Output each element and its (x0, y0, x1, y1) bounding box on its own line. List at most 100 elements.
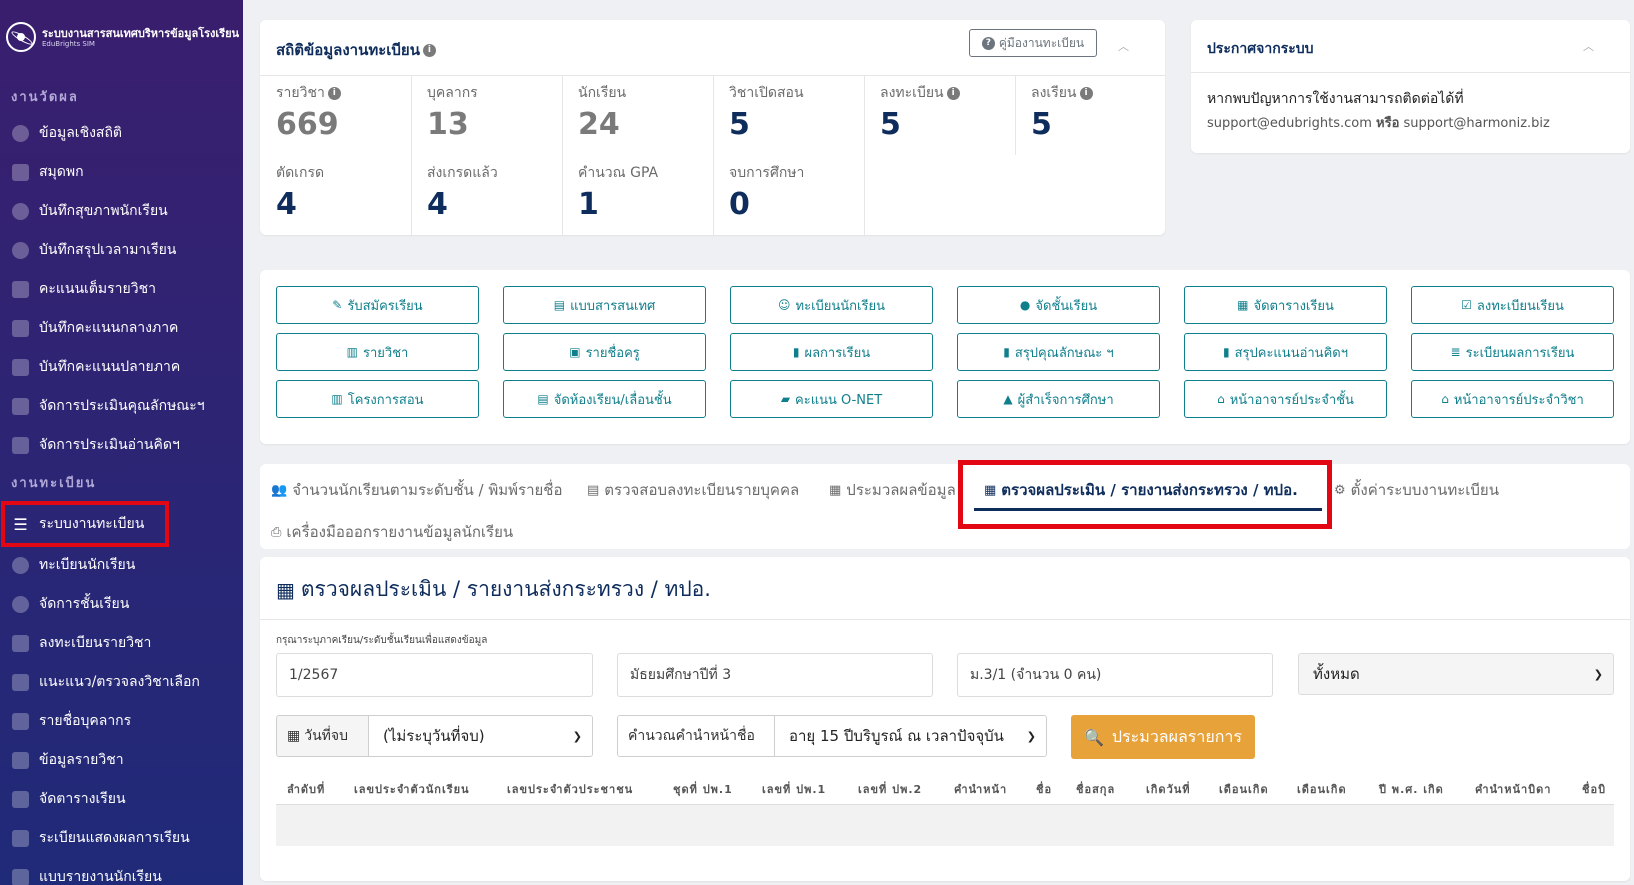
quick-timetable-button[interactable]: ▦ จัดตารางเรียน (1184, 286, 1387, 324)
edit-icon: ✎ (332, 298, 343, 312)
quick-transcript-button[interactable]: ≣ ระเบียนผลการเรียน (1411, 333, 1614, 371)
quick-characteristics-button[interactable]: ▮ สรุปคุณลักษณะ ฯ (957, 333, 1160, 371)
stat-graduated: จบการศึกษา 0 (729, 165, 805, 222)
stat-staff: บุคลากร 13 (427, 85, 478, 142)
open-book-icon: ▥ (346, 345, 358, 359)
tab-process-data[interactable]: ▦ ประมวลผลข้อมูล (829, 478, 957, 502)
quick-promote-button[interactable]: ▤ จัดห้องเรียน/เลื่อนชั้น (503, 380, 706, 418)
announcement-text: หากพบปัญหาการใช้งานสามารถติดต่อได้ที่ (1207, 91, 1464, 107)
sidebar-item-class-management[interactable]: จัดการชั้นเรียน (12, 589, 236, 619)
column-header[interactable]: ชุดที่ ปพ.1 (673, 780, 733, 798)
sidebar-item-attendance[interactable]: บันทึกสรุปเวลามาเรียน (12, 235, 236, 265)
support-email-alt[interactable]: support@harmoniz.biz (1404, 116, 1550, 131)
stat-students: นักเรียน 24 (578, 85, 627, 142)
stat-subjects: รายวิชา i 669 (276, 82, 426, 142)
id-card-icon: ▤ (537, 392, 549, 406)
column-header[interactable]: เดือนเกิด (1219, 780, 1269, 798)
column-header[interactable]: ชื่อ (1036, 780, 1052, 798)
tab-individual-check[interactable]: ▤ ตรวจสอบลงทะเบียนรายบุคคล (587, 478, 799, 502)
sidebar-item-midterm[interactable]: บันทึกคะแนนกลางภาค (12, 313, 236, 343)
lines-icon: ≣ (1450, 345, 1461, 359)
sidebar-item-subjects[interactable]: ข้อมูลรายวิชา (12, 745, 236, 775)
brand[interactable]: ระบบงานสารสนเทศบริหารข้อมูลโรงเรียน EduB… (6, 22, 239, 52)
quick-graduates-button[interactable]: ▲ ผู้สำเร็จการศึกษา (957, 380, 1160, 418)
column-header[interactable]: เลขประจำตัวนักเรียน (354, 780, 470, 798)
support-email[interactable]: support@edubrights.com (1207, 116, 1372, 131)
quick-homeroom-button[interactable]: ⌂ หน้าอาจารย์ประจำชั้น (1184, 380, 1387, 418)
sidebar-item-student-records[interactable]: ทะเบียนนักเรียน (12, 550, 236, 580)
book-icon (12, 397, 29, 415)
info-icon[interactable]: i (327, 86, 341, 100)
sidebar-item-student-report[interactable]: แบบรายงานนักเรียน (12, 862, 236, 885)
guide-button[interactable]: ? คู่มืองานทะเบียน (969, 29, 1097, 57)
column-header[interactable]: เกิดวันที่ (1146, 780, 1191, 798)
info-icon[interactable]: i (422, 44, 436, 57)
sidebar-item-final[interactable]: บันทึกคะแนนปลายภาค (12, 352, 236, 382)
quick-reading-button[interactable]: ▮ สรุปคะแนนอ่านคิดฯ (1184, 333, 1387, 371)
list-icon: ☰ (13, 514, 28, 534)
info-icon[interactable]: i (946, 86, 960, 100)
lines-icon (12, 829, 29, 847)
sidebar-item-statistics[interactable]: ข้อมูลเชิงสถิติ (12, 118, 236, 148)
column-header[interactable]: ชื่อบิ (1582, 780, 1614, 798)
column-header[interactable]: เลขที่ ปพ.1 (762, 780, 826, 798)
document-icon (12, 868, 29, 885)
tab-student-count[interactable]: 👥 จำนวนนักเรียนตามระดับชั้น / พิมพ์รายชื่… (271, 478, 562, 502)
quick-student-records-button[interactable]: ☺ ทะเบียนนักเรียน (730, 286, 933, 324)
stat-registered: ลงทะเบียน i 5 (880, 82, 1030, 142)
quick-info-form-button[interactable]: ▤ แบบสารสนเทศ (503, 286, 706, 324)
quick-results-button[interactable]: ▮ ผลการเรียน (730, 333, 933, 371)
sidebar-item-report-book[interactable]: สมุดพก (12, 157, 236, 187)
quick-admission-button[interactable]: ✎ รับสมัครเรียน (276, 286, 479, 324)
column-header[interactable]: เลขที่ ปพ.2 (858, 780, 922, 798)
column-header[interactable]: คำนำหน้า (954, 780, 1007, 798)
column-header[interactable]: เลขประจำตัวประชาชน (507, 780, 633, 798)
sidebar-item-full-score[interactable]: คะแนนเต็มรายวิชา (12, 274, 236, 304)
column-header[interactable]: คำนำหน้าบิดา (1475, 780, 1551, 798)
atom-logo-icon (6, 22, 36, 52)
term-field[interactable]: 1/2567 (276, 653, 593, 697)
prefix-select[interactable]: อายุ 15 ปีบริบูรณ์ ณ เวลาปัจจุบัน ❯ (774, 715, 1047, 757)
sidebar-item-characteristics[interactable]: จัดการประเมินคุณลักษณะฯ (12, 391, 236, 421)
column-header[interactable]: เดือนเกิด (1297, 780, 1347, 798)
quick-onet-button[interactable]: ▰ คะแนน O-NET (730, 380, 933, 418)
filter-select[interactable]: ทั้งหมด ❯ (1298, 653, 1614, 695)
quick-menu-card: ✎ รับสมัครเรียน ▤ แบบสารสนเทศ ☺ ทะเบียนนักเ… (260, 270, 1630, 444)
quick-subjects-button[interactable]: ▥ รายวิชา (276, 333, 479, 371)
level-field[interactable]: มัธยมศึกษาปีที่ 3 (617, 653, 933, 697)
sidebar-item-staff[interactable]: รายชื่อบุคลากร (12, 706, 236, 736)
sidebar-item-registration-system[interactable]: ☰ ระบบงานทะเบียน (1, 501, 169, 547)
quick-teaching-plan-button[interactable]: ▥ โครงการสอน (276, 380, 479, 418)
sidebar-item-reading[interactable]: จัดการประเมินอ่านคิดฯ (12, 430, 236, 460)
room-field[interactable]: ม.3/1 (จำนวน 0 คน) (957, 653, 1273, 697)
smile-icon: ☺ (778, 298, 791, 312)
book-icon: ▮ (792, 345, 800, 359)
stat-grades-sent: ส่งเกรดแล้ว 4 (427, 165, 498, 222)
collapse-chevron-icon[interactable]: ︿ (1118, 38, 1129, 54)
sidebar-item-guidance[interactable]: แนะแนว/ตรวจลงวิชาเลือก (12, 667, 236, 697)
process-button[interactable]: 🔍 ประมวลผลรายการ (1071, 715, 1255, 759)
sidebar-item-health[interactable]: บันทึกสุขภาพนักเรียน (12, 196, 236, 226)
info-icon[interactable]: i (1079, 86, 1093, 100)
quick-subject-teacher-button[interactable]: ⌂ หน้าอาจารย์ประจำวิชา (1411, 380, 1614, 418)
sidebar-item-transcript[interactable]: ระเบียนแสดงผลการเรียน (12, 823, 236, 853)
briefcase-icon: ▣ (569, 345, 581, 359)
tab-settings[interactable]: ⚙ ตั้งค่าระบบงานทะเบียน (1334, 478, 1499, 502)
sidebar-item-subject-register[interactable]: ลงทะเบียนรายวิชา (12, 628, 236, 658)
column-header[interactable]: ชื่อสกุล (1076, 780, 1115, 798)
column-header[interactable]: ลำดับที่ (287, 780, 325, 798)
end-date-select[interactable]: (ไม่ระบุวันที่จบ) ❯ (368, 715, 593, 757)
chevron-down-icon: ❯ (572, 730, 582, 743)
divider (1191, 72, 1630, 73)
end-date-label: ▦ วันที่จบ (276, 715, 369, 757)
sidebar-item-timetable[interactable]: จัดตารางเรียน (12, 784, 236, 814)
column-header[interactable]: ปี พ.ศ. เกิด (1379, 780, 1444, 798)
calendar-icon: ▦ (1237, 298, 1249, 312)
user-circle-icon: ● (1019, 298, 1031, 312)
quick-class-button[interactable]: ● จัดชั้นเรียน (957, 286, 1160, 324)
quick-register-button[interactable]: ☑ ลงทะเบียนเรียน (1411, 286, 1614, 324)
tab-report-tools[interactable]: ⎙ เครื่องมือออกรายงานข้อมูลนักเรียน (271, 520, 513, 544)
users-icon: 👥 (271, 482, 288, 498)
collapse-chevron-icon[interactable]: ︿ (1583, 38, 1594, 54)
quick-teachers-button[interactable]: ▣ รายชื่อครู (503, 333, 706, 371)
